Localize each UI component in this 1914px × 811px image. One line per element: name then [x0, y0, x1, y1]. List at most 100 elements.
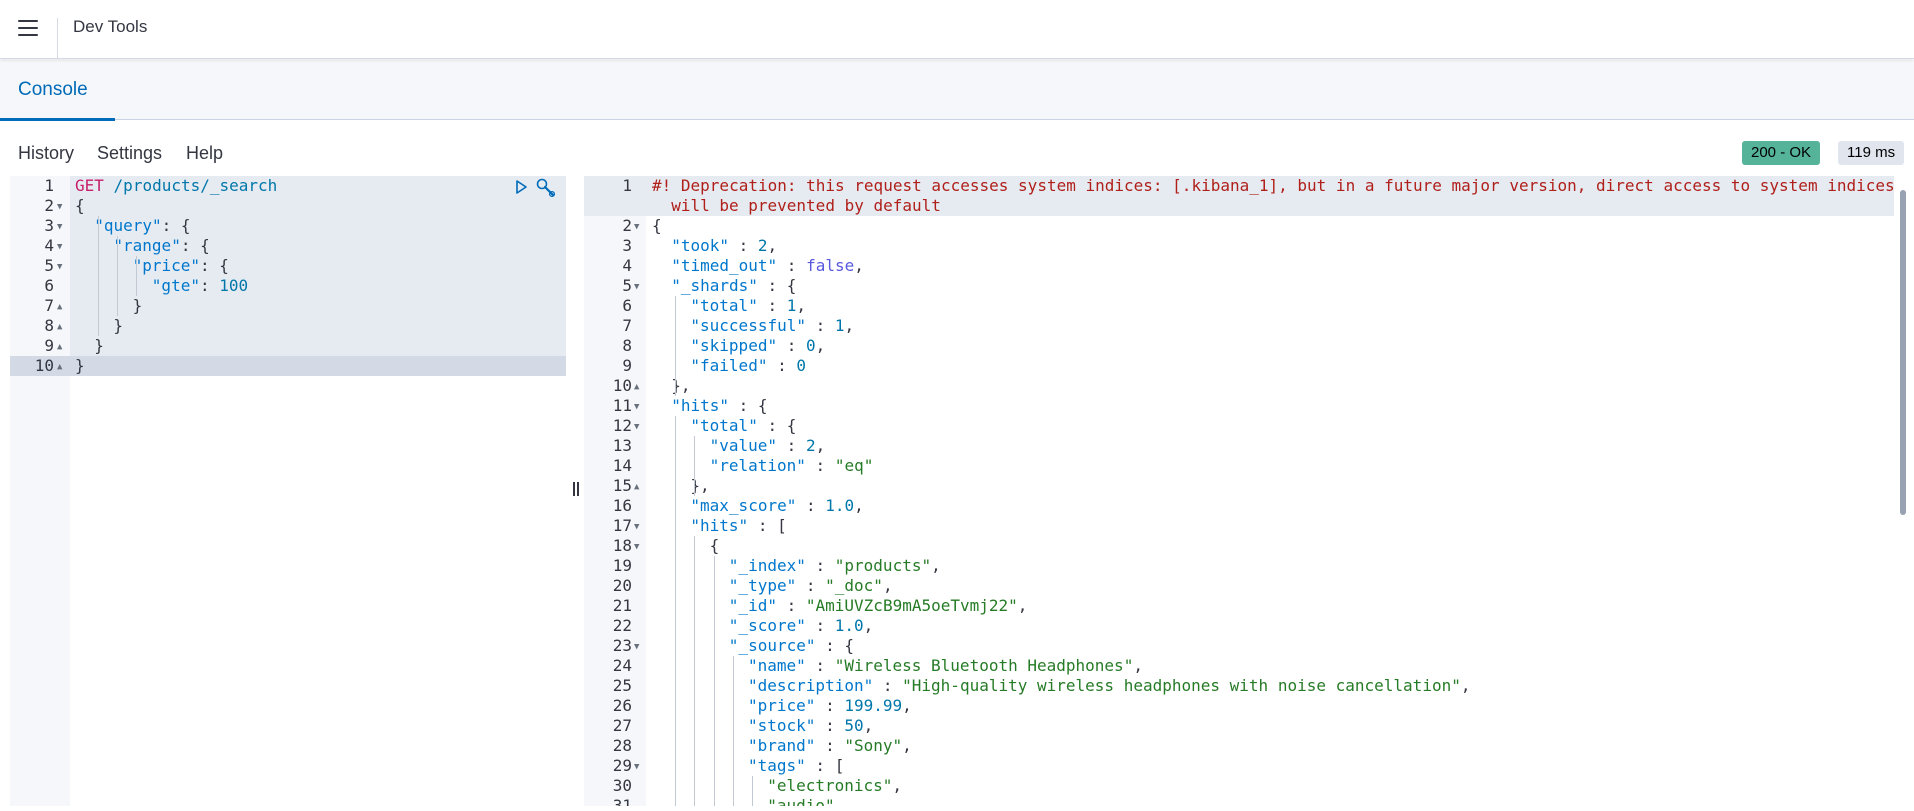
response-line-text: "_type" : "_doc", [729, 576, 893, 596]
request-line-text: "range": { [113, 236, 209, 256]
request-line: 3 ▼ "query": { [10, 216, 566, 236]
json-value: 199.99 [844, 696, 903, 715]
request-editor[interactable]: 1 GET /products/_search 2 ▼{3 ▼ "query": {4 ▼ "… [10, 176, 566, 806]
fold-open-icon[interactable]: ▼ [634, 397, 644, 417]
json-punct: { [844, 636, 855, 655]
response-line: 6 "total" : 1, [584, 296, 1894, 316]
json-value: 1 [786, 296, 797, 315]
json-value: "eq" [834, 456, 874, 475]
response-line: 19 "_index" : "products", [584, 556, 1894, 576]
fold-close-icon[interactable]: ▲ [57, 297, 67, 317]
json-value: false [806, 256, 855, 275]
json-punct: : [757, 416, 787, 435]
json-punct: } [75, 356, 85, 375]
breadcrumb-dev-tools[interactable]: Dev Tools [73, 17, 147, 37]
fold-close-icon[interactable]: ▲ [57, 337, 67, 357]
response-line-text: "total" : { [690, 416, 796, 436]
json-punct: , [854, 256, 864, 275]
json-key: "successful" [690, 316, 806, 335]
json-punct: [ [834, 756, 845, 775]
response-line-wrap: will be prevented by default [584, 196, 1894, 216]
settings-link[interactable]: Settings [97, 143, 162, 164]
fold-open-icon[interactable]: ▼ [57, 237, 67, 257]
json-punct: : [796, 496, 826, 515]
json-punct: : [796, 576, 826, 595]
json-punct: , [863, 716, 874, 735]
history-link[interactable]: History [18, 143, 74, 164]
response-line-text: "_shards" : { [671, 276, 796, 296]
request-line-text: } [75, 356, 85, 376]
line-number: 10 [612, 376, 632, 395]
fold-open-icon[interactable]: ▼ [57, 217, 67, 237]
line-number: 30 [612, 776, 632, 795]
line-number: 24 [612, 656, 632, 675]
fold-open-icon[interactable]: ▼ [634, 757, 644, 777]
fold-close-icon[interactable]: ▲ [634, 477, 644, 497]
json-punct: : [805, 756, 835, 775]
line-number: 5 [44, 256, 54, 275]
request-time-badge: 119 ms [1838, 141, 1905, 165]
console-toolbar: History Settings Help [0, 121, 1914, 173]
response-line-text: "brand" : "Sony", [748, 736, 912, 756]
fold-open-icon[interactable]: ▼ [634, 417, 644, 437]
line-number: 14 [612, 456, 632, 475]
fold-open-icon[interactable]: ▼ [634, 517, 644, 537]
json-value: 1.0 [834, 616, 864, 635]
play-icon[interactable] [512, 178, 530, 196]
response-scrollbar[interactable] [1900, 190, 1906, 515]
response-line-text: "hits" : { [671, 396, 767, 416]
json-value: "AmiUVZcB9mA5oeTvmj22" [805, 596, 1018, 615]
json-key: "failed" [690, 356, 768, 375]
response-line-text: "value" : 2, [710, 436, 826, 456]
fold-open-icon[interactable]: ▼ [634, 217, 644, 237]
indent-guide [675, 416, 677, 806]
response-line: 5 ▼ "_shards" : { [584, 276, 1894, 296]
response-line: 22 "_score" : 1.0, [584, 616, 1894, 636]
json-punct: { [786, 416, 797, 435]
line-number: 20 [612, 576, 632, 595]
fold-close-icon[interactable]: ▲ [57, 317, 67, 337]
line-number: 1 [622, 176, 632, 195]
json-punct: , [815, 336, 826, 355]
fold-open-icon[interactable]: ▼ [634, 637, 644, 657]
json-key: "hits" [690, 516, 749, 535]
request-line-text: } [113, 316, 123, 336]
json-punct: { [75, 196, 85, 215]
fold-close-icon[interactable]: ▲ [634, 377, 644, 397]
fold-open-icon[interactable]: ▼ [634, 277, 644, 297]
line-number: 6 [622, 296, 632, 315]
panel-resizer[interactable] [566, 176, 584, 806]
line-number: 3 [622, 236, 632, 255]
wrench-icon[interactable] [535, 177, 557, 199]
json-punct: : [815, 716, 845, 735]
json-key: "_id" [728, 596, 777, 615]
response-line: 10 ▲}, [584, 376, 1894, 396]
json-punct: , [931, 556, 941, 575]
response-line-text: }, [671, 376, 690, 396]
json-punct: , [892, 776, 903, 795]
response-viewer[interactable]: 1 #! Deprecation: this request accesses s… [584, 176, 1914, 806]
indent-guide [98, 216, 99, 336]
json-punct: , [1017, 596, 1028, 615]
json-punct: : [728, 396, 758, 415]
tab-console[interactable]: Console [0, 60, 115, 121]
json-key: "_type" [728, 576, 797, 595]
response-line: 4 "timed_out" : false, [584, 256, 1894, 276]
json-punct: , [1133, 656, 1143, 675]
line-number: 2 [622, 216, 632, 235]
fold-open-icon[interactable]: ▼ [57, 197, 67, 217]
hamburger-menu-icon[interactable] [14, 16, 42, 40]
fold-close-icon[interactable]: ▲ [57, 357, 67, 377]
line-number: 2 [44, 196, 54, 215]
json-key: "value" [709, 436, 778, 455]
json-key: "total" [690, 296, 758, 315]
json-punct: : [757, 296, 787, 315]
fold-open-icon[interactable]: ▼ [57, 257, 67, 277]
help-link[interactable]: Help [186, 143, 223, 164]
response-line: 20 "_type" : "_doc", [584, 576, 1894, 596]
json-number: 100 [219, 276, 249, 295]
fold-open-icon[interactable]: ▼ [634, 537, 644, 557]
json-punct: : [805, 456, 835, 475]
indent-guide [752, 776, 753, 806]
response-line: 15 ▲}, [584, 476, 1894, 496]
